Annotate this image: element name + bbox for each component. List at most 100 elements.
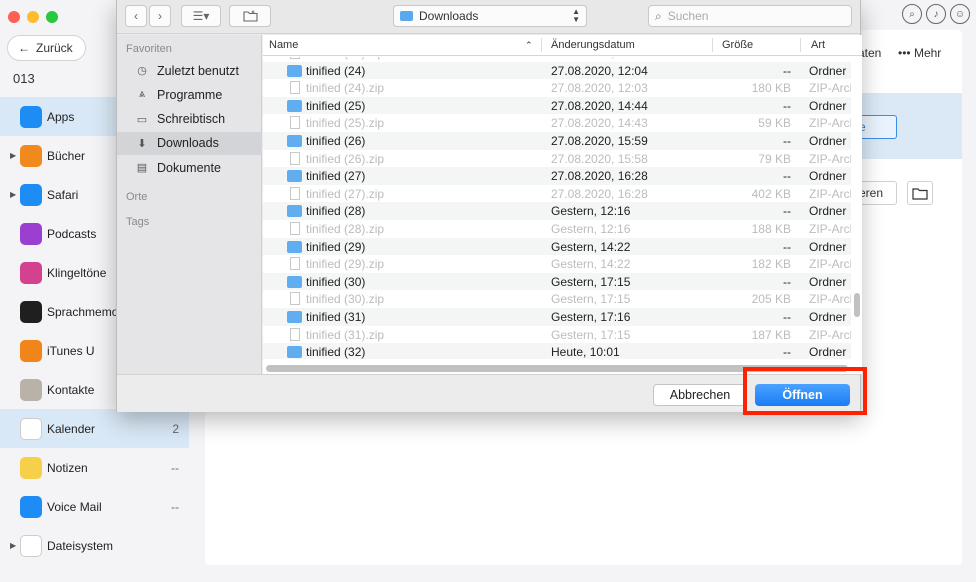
favorite-item-label: Programme [157, 87, 223, 102]
window-controls [8, 11, 58, 23]
search-icon: ⌕ [655, 8, 662, 23]
file-row-zip[interactable]: tinified (30).zip Gestern, 17:15 205 KB ZIP… [263, 290, 851, 308]
file-size: 187 KB [751, 327, 791, 342]
user-icon[interactable]: ☺ [950, 4, 970, 24]
close-window-button[interactable] [8, 11, 20, 23]
vertical-scrollbar[interactable] [854, 293, 860, 317]
file-date: 27.08.2020, 12:03 [551, 81, 648, 96]
list-view-icon: ☰▾ [192, 9, 210, 23]
new-folder-button[interactable] [229, 5, 271, 27]
column-header-name[interactable]: Name [269, 39, 298, 51]
folder-icon [400, 11, 413, 21]
file-row-zip[interactable]: tinified (24).zip 27.08.2020, 12:03 180 KB… [263, 79, 851, 97]
contacts-icon [20, 379, 42, 401]
file-name: tinified (27) [306, 169, 366, 184]
file-row-folder[interactable]: tinified (27) 27.08.2020, 16:28 -- Ordner [263, 167, 851, 185]
file-row-folder[interactable]: tinified (32) Heute, 10:01 -- Ordner [263, 343, 851, 359]
file-kind: ZIP-Archiv [809, 57, 851, 60]
file-row-folder[interactable]: tinified (24) 27.08.2020, 12:04 -- Ordner [263, 61, 851, 80]
column-header-date[interactable]: Änderungsdatum [551, 39, 635, 51]
view-options-button[interactable]: ☰▾ [181, 5, 221, 27]
zip-file-icon [290, 151, 300, 165]
file-row-folder[interactable]: tinified (31) Gestern, 17:16 -- Ordner [263, 307, 851, 326]
file-kind: ZIP-Archiv [809, 257, 851, 272]
folder-button[interactable] [907, 181, 933, 205]
bell-icon[interactable]: ♪ [926, 4, 946, 24]
folder-icon [287, 99, 302, 112]
sidebar-item[interactable]: Kalender 2 [0, 409, 189, 448]
file-row-folder[interactable]: tinified (28) Gestern, 12:16 -- Ordner [263, 202, 851, 220]
disclosure-triangle-icon[interactable]: ▶ [10, 151, 16, 160]
favorite-item[interactable]: ◷ Zuletzt benutzt [117, 59, 262, 82]
back-button[interactable]: ← Zurück [7, 35, 86, 61]
folder-icon [287, 275, 302, 288]
file-row-zip[interactable]: tinified (29).zip Gestern, 14:22 182 KB ZIP… [263, 255, 851, 273]
file-name: tinified (29).zip [306, 257, 385, 272]
favorite-item[interactable]: ▤ Dokumente [117, 156, 262, 179]
file-row-zip[interactable]: tinified (31).zip Gestern, 17:15 187 KB ZIP… [263, 326, 851, 344]
file-kind: ZIP-Archiv [809, 327, 851, 342]
disclosure-triangle-icon[interactable]: ▶ [10, 541, 16, 550]
location-label: Downloads [419, 9, 479, 23]
file-row-zip[interactable]: tinified (25).zip 27.08.2020, 14:43 59 KB Z… [263, 114, 851, 132]
file-date: 27.08.2020, 15:58 [551, 151, 648, 166]
favorite-item-label: Schreibtisch [157, 112, 226, 127]
file-size: 79 KB [758, 151, 791, 166]
file-date: Gestern, 12:16 [551, 204, 631, 219]
zoom-window-button[interactable] [46, 11, 58, 23]
file-size: -- [783, 309, 791, 324]
file-row-zip[interactable]: tinified (26).zip 27.08.2020, 15:58 79 KB Z… [263, 150, 851, 168]
file-kind: Ordner [809, 63, 847, 78]
zip-file-icon [290, 81, 300, 95]
file-size: -- [783, 204, 791, 219]
file-kind: Ordner [809, 239, 847, 254]
file-row-folder[interactable]: tinified (26) 27.08.2020, 15:59 -- Ordner [263, 131, 851, 150]
file-row-folder[interactable]: tinified (29) Gestern, 14:22 -- Ordner [263, 237, 851, 256]
chevron-right-icon: › [158, 9, 162, 23]
favorite-item-label: Dokumente [157, 160, 221, 175]
sidebar-item-label: iTunes U [47, 343, 95, 358]
zip-file-icon [290, 186, 300, 200]
zip-file-icon [290, 57, 300, 59]
minimize-window-button[interactable] [27, 11, 39, 23]
file-date: Gestern, 17:15 [551, 292, 631, 307]
favorite-item[interactable]: ▭ Schreibtisch [117, 108, 262, 131]
more-menu[interactable]: ••• Mehr [898, 46, 941, 60]
highlight-box [743, 367, 867, 415]
favorite-item[interactable]: ⩓ Programme [117, 83, 262, 106]
file-size: -- [783, 169, 791, 184]
downloads-icon: ⬇ [137, 137, 147, 150]
search-field[interactable]: ⌕ Suchen [648, 5, 852, 27]
favorite-item[interactable]: ⬇ Downloads [117, 131, 262, 155]
sidebar-item[interactable]: Notizen -- [0, 448, 189, 487]
file-kind: Ordner [809, 274, 847, 289]
file-row-zip[interactable]: tinified (27).zip 27.08.2020, 16:28 402 KB… [263, 185, 851, 203]
file-date: 27.08.2020, 16:28 [551, 169, 648, 184]
column-header-kind[interactable]: Art [811, 39, 825, 51]
file-row-zip[interactable]: tinified (28).zip Gestern, 12:16 188 KB ZIP… [263, 220, 851, 238]
sidebar-item[interactable]: Voice Mail -- [0, 487, 189, 526]
file-name: tinified (24) [306, 63, 366, 78]
folder-icon [287, 310, 302, 323]
documents-icon: ▤ [136, 162, 148, 175]
applications-icon: ⩓ [138, 88, 146, 101]
column-header-size[interactable]: Größe [722, 39, 753, 51]
sidebar-item[interactable]: ▶ Dateisystem [0, 526, 189, 565]
search-placeholder: Suchen [667, 9, 709, 23]
file-size: 205 KB [751, 292, 791, 307]
books-icon [20, 145, 42, 167]
nav-forward-button[interactable]: › [149, 5, 171, 27]
open-file-dialog: ‹ › ☰▾ Downloads ▲ ▼ ⌕ Suchen Favoriten ◷… [116, 0, 862, 412]
zip-file-icon [290, 327, 300, 341]
nav-back-button[interactable]: ‹ [125, 5, 147, 27]
file-date: Heute, 10:01 [551, 345, 620, 359]
file-row-folder[interactable]: tinified (25) 27.08.2020, 14:44 -- Ordner [263, 96, 851, 115]
file-kind: ZIP-Archiv [809, 221, 851, 236]
file-row-folder[interactable]: tinified (30) Gestern, 17:15 -- Ordner [263, 272, 851, 291]
sidebar-item-count: -- [171, 499, 179, 514]
search-icon[interactable]: ⌕ [902, 4, 922, 24]
device-number: 013 [13, 71, 35, 86]
cancel-button[interactable]: Abbrechen [653, 384, 747, 406]
location-select[interactable]: Downloads ▲ ▼ [393, 5, 587, 27]
disclosure-triangle-icon[interactable]: ▶ [10, 190, 16, 199]
